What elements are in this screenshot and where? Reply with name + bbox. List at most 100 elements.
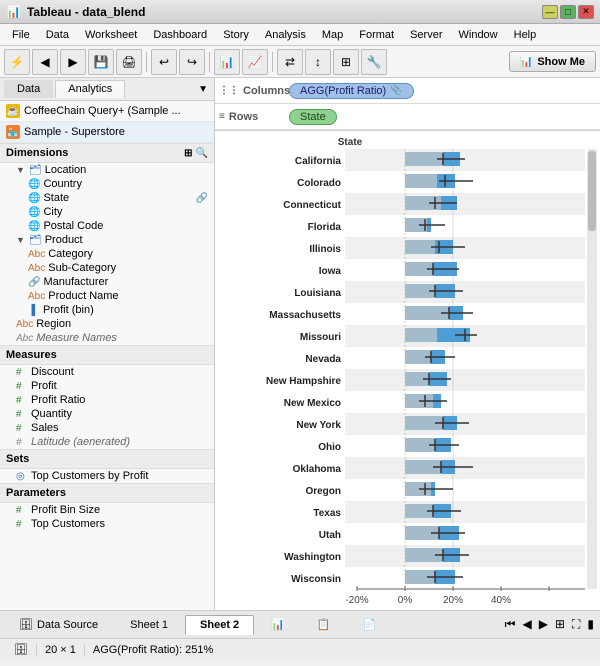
toolbar-chart2[interactable]: 📈: [242, 49, 268, 75]
manufacturer-item[interactable]: 🔗 Manufacturer: [0, 275, 214, 289]
nav-present[interactable]: ⛶: [570, 615, 582, 634]
category-item[interactable]: Abc Category: [0, 247, 214, 261]
sets-header[interactable]: Sets: [0, 449, 214, 469]
sales-item[interactable]: # Sales: [0, 421, 214, 435]
country-item[interactable]: 🌐 Country: [0, 177, 214, 191]
nav-first[interactable]: ⏮: [503, 615, 518, 634]
menu-analysis[interactable]: Analysis: [257, 27, 314, 43]
chart-canvas: State: [215, 131, 600, 610]
toolbar-new[interactable]: ⚡: [4, 49, 30, 75]
minimize-button[interactable]: —: [542, 5, 558, 19]
topcustomers-param-item[interactable]: # Top Customers: [0, 517, 214, 531]
profit-item[interactable]: # Profit: [0, 379, 214, 393]
toolbar-fix[interactable]: 🔧: [361, 49, 387, 75]
analytics-tab[interactable]: Analytics: [55, 80, 125, 98]
topcustomers-item[interactable]: ◎ Top Customers by Profit: [0, 469, 214, 483]
profitbinsize-label: Profit Bin Size: [31, 504, 100, 516]
toolbar-print[interactable]: 🖨: [116, 49, 142, 75]
new-sheet-icon2[interactable]: 📋: [302, 614, 346, 635]
profitratio-hash-icon: #: [16, 395, 28, 406]
toolbar-chart1[interactable]: 📊: [214, 49, 240, 75]
state-item[interactable]: 🌐 State 🔗: [0, 191, 214, 205]
chart-area: State: [215, 131, 600, 610]
toolbar-sep3: [272, 52, 273, 72]
columns-shelf: ⋮⋮ Columns AGG(Profit Ratio) 📎: [215, 78, 600, 104]
profit-label: Profit: [31, 380, 57, 392]
measures-header[interactable]: Measures: [0, 345, 214, 365]
location-folder[interactable]: ▼ 🗂 Location: [0, 163, 214, 177]
menu-map[interactable]: Map: [314, 27, 351, 43]
menu-file[interactable]: File: [4, 27, 38, 43]
product-folder[interactable]: ▼ 🗂 Product: [0, 233, 214, 247]
datasource-tab[interactable]: 🗄 Data Source: [4, 614, 113, 635]
show-me-button[interactable]: 📊 Show Me: [509, 51, 596, 72]
productname-item[interactable]: Abc Product Name: [0, 289, 214, 303]
toolbar-sort[interactable]: ↕: [305, 49, 331, 75]
profitratio-item[interactable]: # Profit Ratio: [0, 393, 214, 407]
dimensions-header[interactable]: Dimensions ⊞ 🔍: [0, 143, 214, 163]
subcategory-item[interactable]: Abc Sub-Category: [0, 261, 214, 275]
discount-item[interactable]: # Discount: [0, 365, 214, 379]
sheet2-tab[interactable]: Sheet 2: [185, 615, 254, 635]
datasource-coffee-label: CoffeeChain Query+ (Sample ...: [24, 105, 181, 117]
toolbar-sep1: [146, 52, 147, 72]
toolbar-swap[interactable]: ⇄: [277, 49, 303, 75]
sheet1-tab-label: Sheet 1: [130, 619, 168, 631]
data-tab[interactable]: Data: [4, 80, 53, 98]
postalcode-item[interactable]: 🌐 Postal Code: [0, 219, 214, 233]
region-item[interactable]: Abc Region: [0, 317, 214, 331]
latitude-item[interactable]: # Latitude (aenerated): [0, 435, 214, 449]
city-item[interactable]: 🌐 City: [0, 205, 214, 219]
toolbar-back[interactable]: ◀: [32, 49, 58, 75]
panel-tab-arrow[interactable]: ▼: [196, 82, 210, 97]
nav-film[interactable]: ▮: [585, 615, 596, 634]
panel-tabs: Data Analytics ▼: [0, 78, 214, 101]
new-sheet-icon1[interactable]: 📊: [256, 614, 300, 635]
svg-text:Louisiana: Louisiana: [294, 288, 341, 299]
productname-abc-icon: Abc: [28, 291, 45, 302]
dimensions-grid-icon[interactable]: ⊞: [184, 148, 192, 159]
menu-dashboard[interactable]: Dashboard: [145, 27, 215, 43]
menu-help[interactable]: Help: [506, 27, 545, 43]
menu-worksheet[interactable]: Worksheet: [77, 27, 145, 43]
profitbinsize-item[interactable]: # Profit Bin Size: [0, 503, 214, 517]
toolbar-undo[interactable]: ↩: [151, 49, 177, 75]
dimensions-search-icon[interactable]: 🔍: [196, 148, 208, 159]
parameters-header[interactable]: Parameters: [0, 483, 214, 503]
menu-window[interactable]: Window: [451, 27, 506, 43]
menu-server[interactable]: Server: [402, 27, 450, 43]
nav-prev[interactable]: ◀: [520, 615, 533, 634]
show-me-label: Show Me: [537, 56, 585, 68]
columns-pill[interactable]: AGG(Profit Ratio) 📎: [289, 83, 414, 99]
datasource-superstore[interactable]: 🏪 Sample - Superstore: [0, 122, 214, 143]
latitude-label: Latitude (aenerated): [31, 436, 130, 448]
profitbin-item[interactable]: ▐ Profit (bin): [0, 303, 214, 317]
rows-shelf: ≡ Rows State: [215, 104, 600, 130]
toolbar-sep2: [209, 52, 210, 72]
svg-text:Iowa: Iowa: [319, 266, 342, 277]
sheet1-tab[interactable]: Sheet 1: [115, 615, 183, 635]
menu-format[interactable]: Format: [351, 27, 402, 43]
toolbar: ⚡ ◀ ▶ 💾 🖨 ↩ ↪ 📊 📈 ⇄ ↕ ⊞ 🔧 📊 Show Me: [0, 46, 600, 78]
new-sheet-icon3[interactable]: 📄: [348, 614, 392, 635]
bottom-tabs: 🗄 Data Source Sheet 1 Sheet 2 📊 📋 📄 ⏮ ◀ …: [0, 610, 600, 638]
rows-pill[interactable]: State: [289, 109, 337, 125]
close-button[interactable]: ✕: [578, 5, 594, 19]
toolbar-save[interactable]: 💾: [88, 49, 114, 75]
nav-grid[interactable]: ⊞: [553, 615, 567, 634]
measurenames-item[interactable]: Abc Measure Names: [0, 331, 214, 345]
toolbar-forward[interactable]: ▶: [60, 49, 86, 75]
svg-text:Wisconsin: Wisconsin: [291, 574, 341, 585]
location-label: Location: [45, 164, 87, 176]
title-bar-text: Tableau - data_blend: [27, 5, 145, 19]
svg-text:-20%: -20%: [345, 595, 368, 606]
quantity-item[interactable]: # Quantity: [0, 407, 214, 421]
maximize-button[interactable]: □: [560, 5, 576, 19]
menu-story[interactable]: Story: [215, 27, 257, 43]
toolbar-fit[interactable]: ⊞: [333, 49, 359, 75]
toolbar-redo[interactable]: ↪: [179, 49, 205, 75]
app-icon: 📊: [6, 5, 21, 19]
menu-data[interactable]: Data: [38, 27, 77, 43]
datasource-coffee[interactable]: ☕ CoffeeChain Query+ (Sample ...: [0, 101, 214, 122]
nav-next[interactable]: ▶: [537, 615, 550, 634]
